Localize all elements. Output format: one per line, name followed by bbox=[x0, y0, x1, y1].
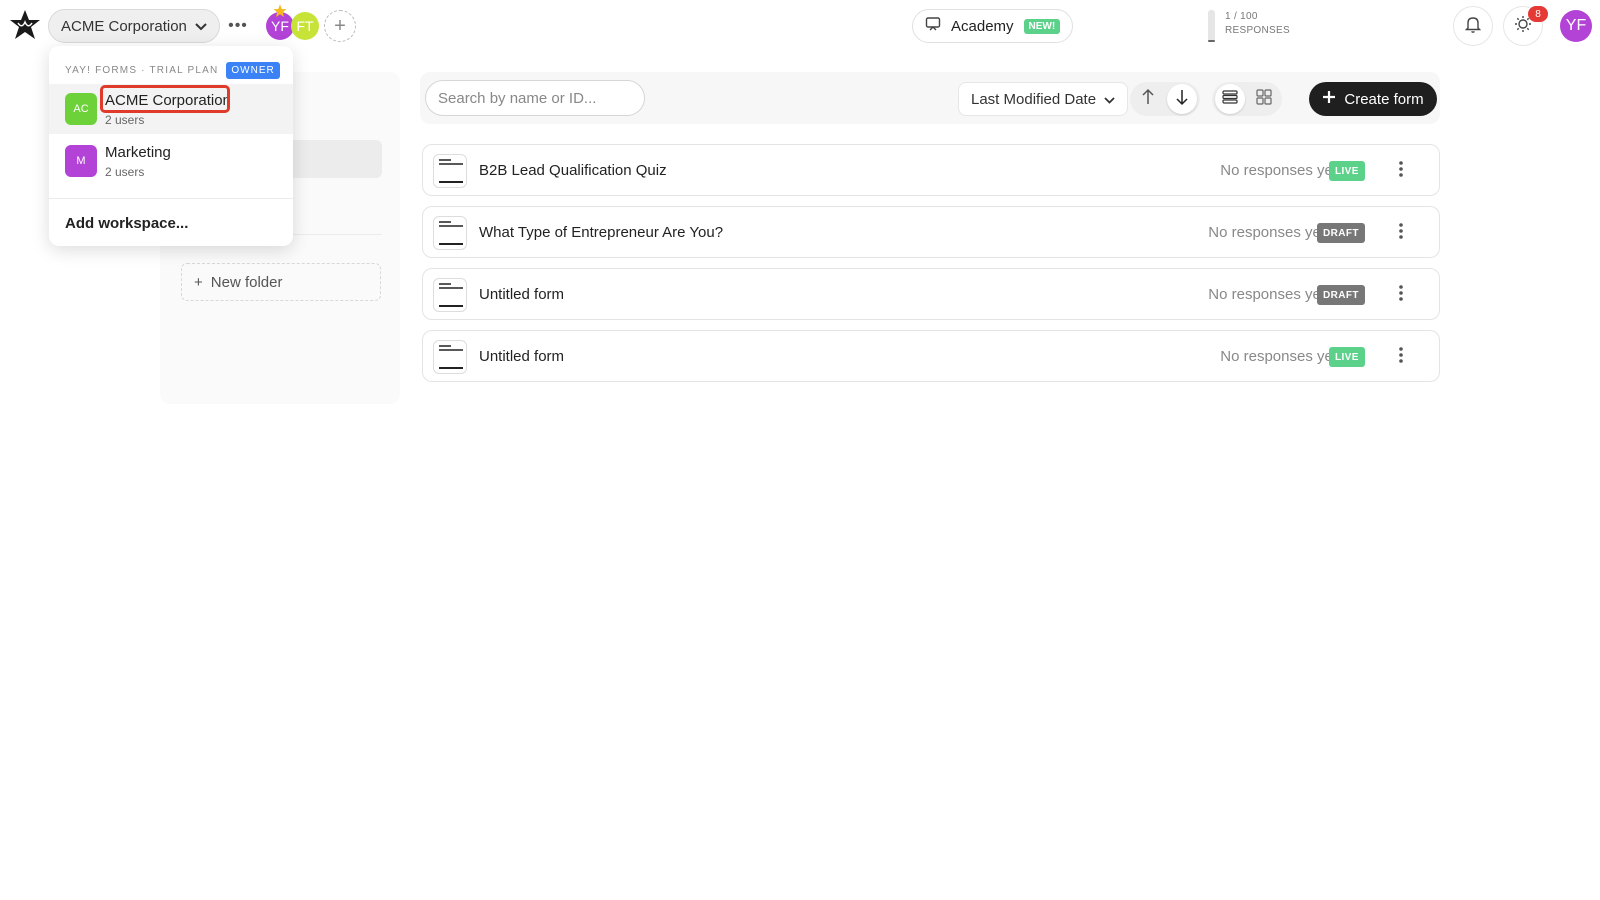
form-thumbnail-icon bbox=[433, 340, 467, 374]
status-badge: DRAFT bbox=[1317, 223, 1365, 243]
plus-icon: + bbox=[194, 273, 203, 291]
form-menu-button[interactable] bbox=[1389, 345, 1413, 369]
yay-logo[interactable] bbox=[8, 8, 42, 42]
workspace-switcher[interactable]: ACME Corporation bbox=[48, 9, 220, 43]
form-name[interactable]: B2B Lead Qualification Quiz bbox=[479, 162, 667, 179]
form-row[interactable]: B2B Lead Qualification Quiz No responses… bbox=[422, 144, 1440, 196]
status-badge: DRAFT bbox=[1317, 285, 1365, 305]
sort-ascending-button[interactable] bbox=[1133, 84, 1163, 114]
academy-button[interactable]: Academy NEW! bbox=[912, 9, 1074, 43]
new-folder-button[interactable]: + New folder bbox=[181, 263, 381, 301]
plan-label: YAY! FORMS · TRIAL PLAN bbox=[65, 65, 219, 76]
grid-view-button[interactable] bbox=[1249, 84, 1279, 114]
form-name[interactable]: What Type of Entrepreneur Are You? bbox=[479, 224, 723, 241]
new-folder-label: New folder bbox=[210, 273, 283, 291]
status-badge: LIVE bbox=[1329, 161, 1365, 181]
form-responses: No responses yet bbox=[1220, 162, 1337, 179]
user-avatar[interactable]: YF bbox=[1560, 10, 1592, 42]
usage-unit: RESPONSES bbox=[1225, 25, 1290, 36]
kebab-icon bbox=[1399, 284, 1403, 306]
form-row[interactable]: What Type of Entrepreneur Are You? No re… bbox=[422, 206, 1440, 258]
form-thumbnail-icon bbox=[433, 278, 467, 312]
form-responses: No responses yet bbox=[1208, 224, 1325, 241]
workspace-avatar: AC bbox=[65, 93, 97, 125]
add-member-button[interactable]: + bbox=[324, 10, 356, 42]
arrow-up-icon bbox=[1142, 88, 1154, 111]
chevron-down-icon bbox=[1104, 91, 1115, 108]
form-responses: No responses yet bbox=[1220, 348, 1337, 365]
form-menu-button[interactable] bbox=[1389, 221, 1413, 245]
form-thumbnail-icon bbox=[433, 154, 467, 188]
list-icon bbox=[1222, 89, 1238, 109]
form-row[interactable]: Untitled form No responses yet DRAFT bbox=[422, 268, 1440, 320]
workspace-users: 2 users bbox=[105, 113, 145, 127]
form-menu-button[interactable] bbox=[1389, 159, 1413, 183]
usage-bar bbox=[1208, 10, 1215, 42]
usage-count: 1 / 100 bbox=[1225, 11, 1258, 22]
sort-descending-button[interactable] bbox=[1167, 84, 1197, 114]
academy-label: Academy bbox=[951, 17, 1014, 35]
kebab-icon bbox=[1399, 346, 1403, 368]
kebab-icon bbox=[1399, 222, 1403, 244]
dropdown-header: YAY! FORMS · TRIAL PLAN OWNER bbox=[65, 62, 280, 79]
create-form-button[interactable]: Create form bbox=[1309, 82, 1437, 116]
workspace-avatar: M bbox=[65, 145, 97, 177]
academy-icon bbox=[925, 16, 941, 36]
form-menu-button[interactable] bbox=[1389, 283, 1413, 307]
owner-star-icon bbox=[273, 4, 287, 18]
workspace-dropdown: YAY! FORMS · TRIAL PLAN OWNER AC ACME Co… bbox=[49, 46, 293, 246]
form-name[interactable]: Untitled form bbox=[479, 348, 564, 365]
workspace-switcher-label: ACME Corporation bbox=[61, 17, 187, 35]
workspace-item-acme[interactable]: AC ACME Corporation 2 users bbox=[49, 84, 293, 134]
plus-icon bbox=[1322, 90, 1336, 108]
more-options-button[interactable]: ••• bbox=[224, 12, 252, 40]
workspace-users: 2 users bbox=[105, 165, 145, 179]
form-name[interactable]: Untitled form bbox=[479, 286, 564, 303]
add-workspace-button[interactable]: Add workspace... bbox=[65, 215, 188, 232]
notifications-button[interactable] bbox=[1453, 6, 1493, 46]
highlight-box bbox=[100, 85, 230, 113]
form-thumbnail-icon bbox=[433, 216, 467, 250]
form-responses: No responses yet bbox=[1208, 286, 1325, 303]
workspace-name: Marketing bbox=[105, 144, 171, 161]
grid-icon bbox=[1256, 88, 1272, 110]
search-input[interactable] bbox=[425, 80, 645, 116]
sort-label: Last Modified Date bbox=[971, 90, 1097, 108]
response-usage: 1 / 100 RESPONSES bbox=[1208, 10, 1290, 42]
chevron-down-icon bbox=[195, 18, 207, 35]
status-badge: LIVE bbox=[1329, 347, 1365, 367]
role-badge: OWNER bbox=[226, 62, 280, 79]
usage-bar-fill bbox=[1208, 40, 1215, 42]
notification-count-badge: 8 bbox=[1528, 6, 1548, 22]
list-view-button[interactable] bbox=[1215, 84, 1245, 114]
workspace-item-marketing[interactable]: M Marketing 2 users bbox=[49, 136, 293, 186]
kebab-icon bbox=[1399, 160, 1403, 182]
sort-select[interactable]: Last Modified Date bbox=[958, 82, 1129, 116]
plus-icon: + bbox=[334, 14, 346, 37]
create-form-label: Create form bbox=[1344, 90, 1424, 108]
member-avatar-ft[interactable]: FT bbox=[291, 12, 319, 40]
form-row[interactable]: Untitled form No responses yet LIVE bbox=[422, 330, 1440, 382]
dropdown-divider bbox=[49, 198, 293, 199]
arrow-down-icon bbox=[1176, 88, 1188, 111]
bell-icon bbox=[1464, 15, 1482, 38]
new-badge: NEW! bbox=[1023, 18, 1061, 34]
